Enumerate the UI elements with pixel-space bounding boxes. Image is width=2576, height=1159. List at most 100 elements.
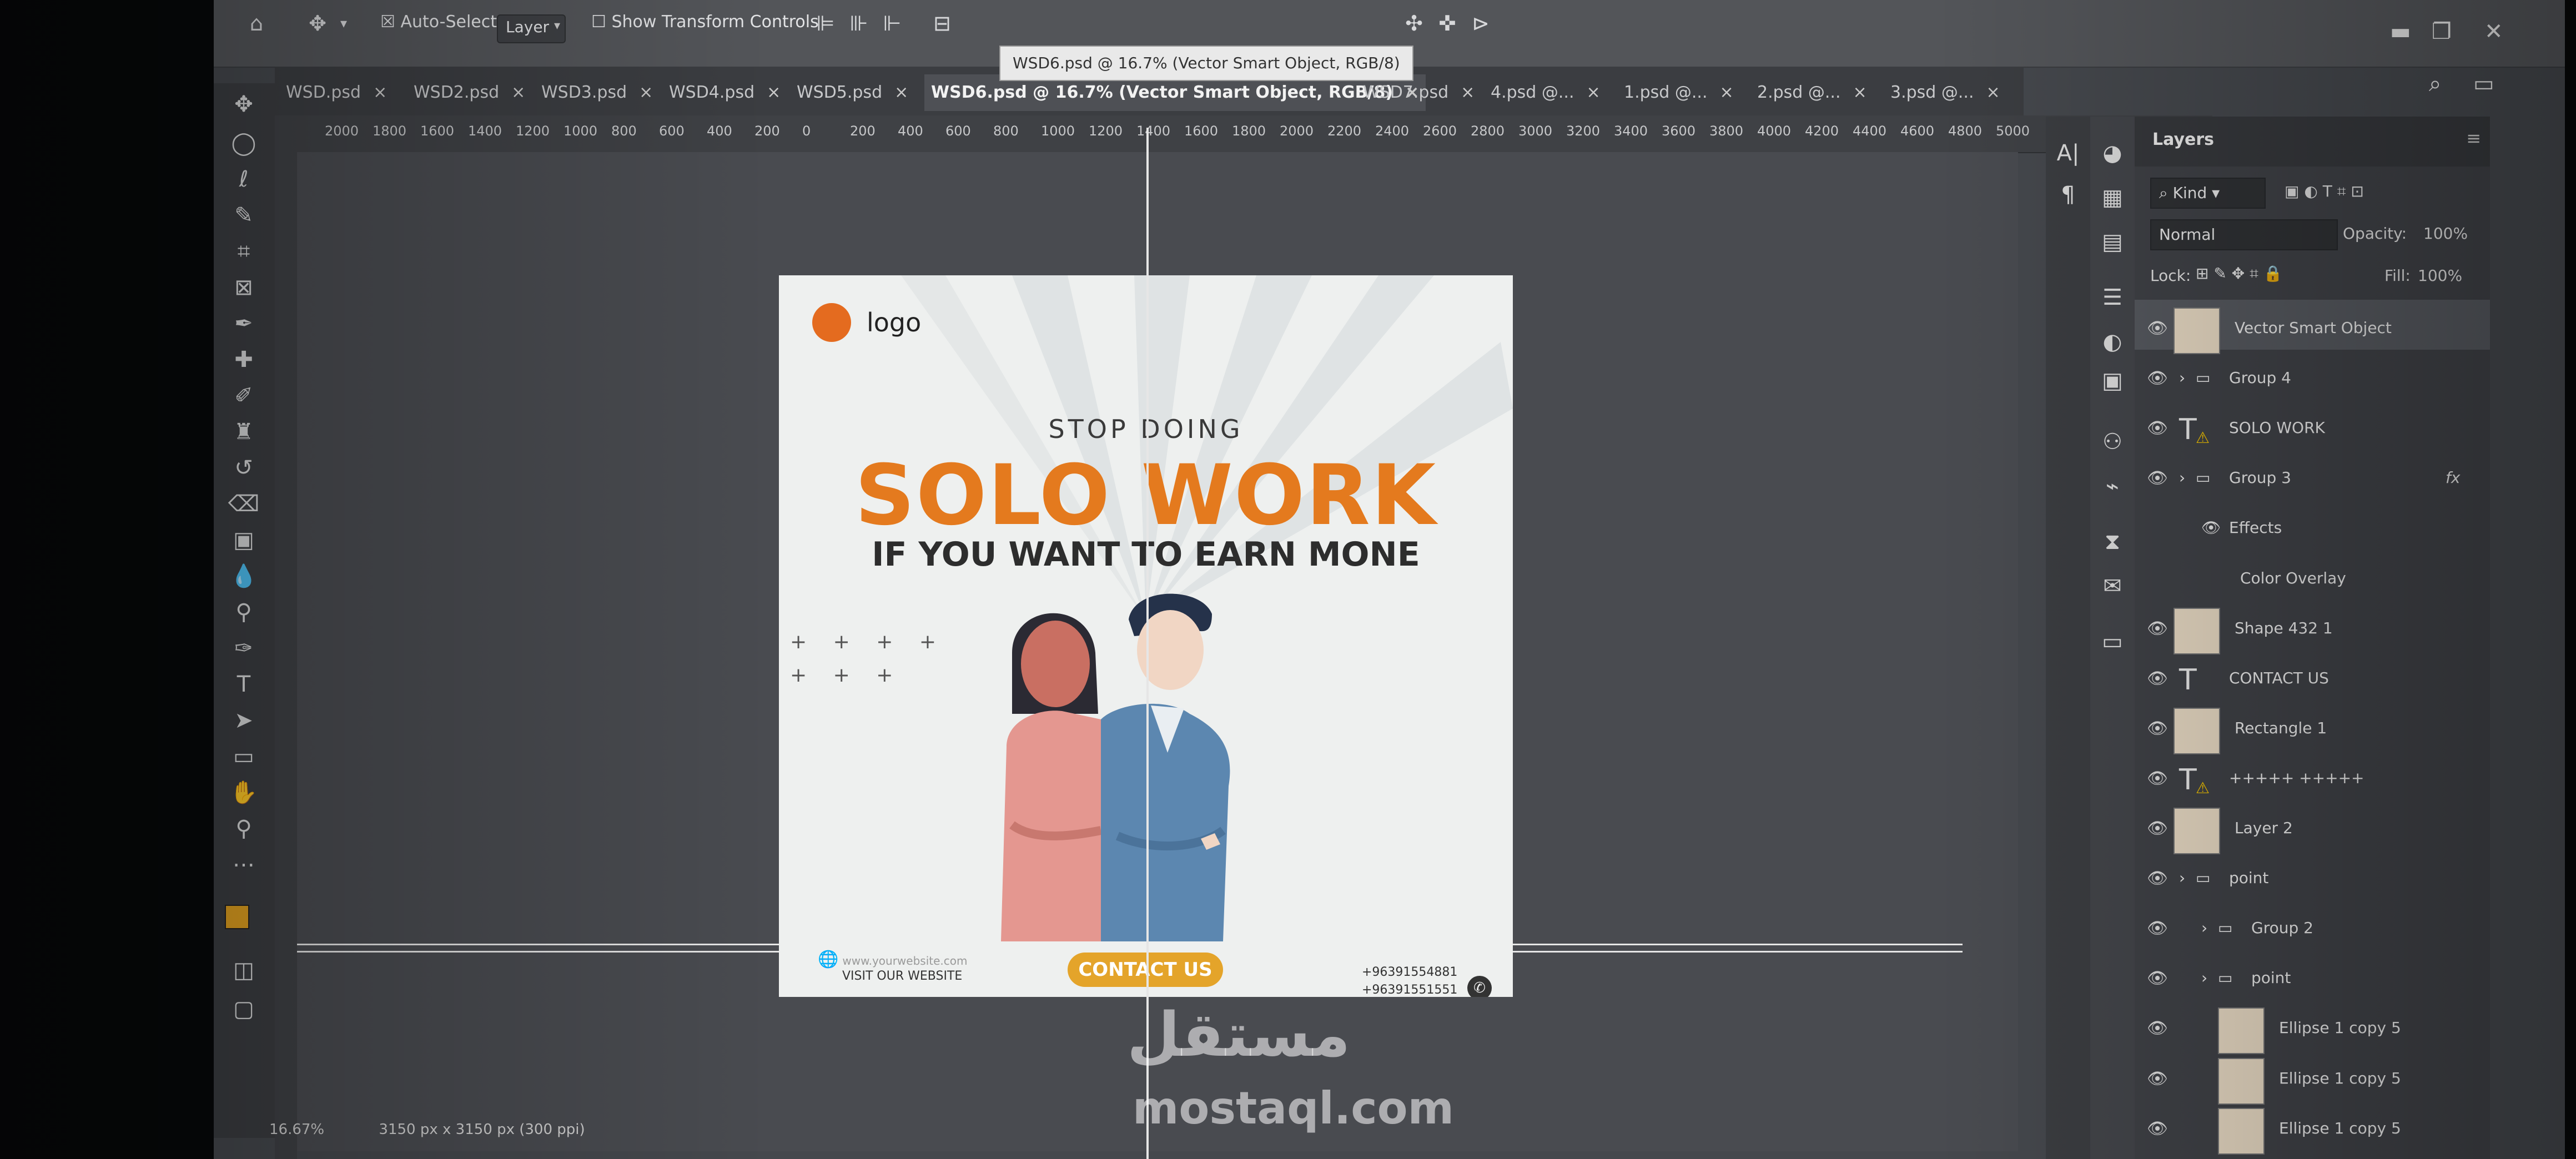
stamp-icon[interactable]: ♜: [226, 416, 261, 447]
adjustments-icon[interactable]: ☰: [2098, 283, 2127, 312]
history-brush-icon[interactable]: ↺: [226, 452, 261, 483]
kind-filter-dropdown[interactable]: ⌕ Kind ▾: [2150, 178, 2266, 209]
lasso-icon[interactable]: ℓ: [226, 164, 261, 195]
layer-row[interactable]: 👁 Shape 432 1: [2135, 600, 2490, 654]
color-icon[interactable]: ◕: [2098, 139, 2127, 168]
align-right-icon[interactable]: ⊩: [880, 11, 904, 36]
layer-row[interactable]: 👁 T CONTACT US: [2135, 650, 2490, 700]
workspace-icon[interactable]: ▭: [2473, 71, 2494, 97]
layer-row[interactable]: 👁 T ⚠ +++++ +++++: [2135, 750, 2490, 800]
align-center-icon[interactable]: ⊪: [847, 11, 871, 36]
foreground-color-swatch[interactable]: [225, 905, 249, 929]
3d-pan-icon[interactable]: ✜: [1435, 11, 1460, 36]
filter-icons[interactable]: ▣ ◐ T ⌗ ⊡: [2285, 182, 2364, 201]
restore-icon[interactable]: ❐: [2432, 19, 2452, 44]
crop-icon[interactable]: ⌗: [226, 236, 261, 267]
layer-row[interactable]: 👁 Effects: [2135, 500, 2490, 550]
comments-icon[interactable]: ✉: [2098, 572, 2127, 601]
tab-wsd2[interactable]: WSD2.psd ×: [414, 74, 525, 111]
layer-row[interactable]: 👁 Layer 2: [2135, 800, 2490, 854]
visibility-eye-icon[interactable]: 👁: [2147, 919, 2168, 938]
chevron-icon[interactable]: ›: [2179, 468, 2185, 487]
screen-mode-icon[interactable]: ▢: [226, 994, 261, 1025]
align-left-icon[interactable]: ⊫: [813, 11, 838, 36]
tab-wsd5[interactable]: WSD5.psd ×: [797, 74, 908, 111]
paths-icon[interactable]: ⌁: [2098, 472, 2127, 501]
navigator-icon[interactable]: ▭: [2098, 627, 2127, 656]
close-icon[interactable]: ×: [1853, 83, 1866, 102]
eraser-icon[interactable]: ⌫: [226, 488, 261, 520]
panel-menu-icon[interactable]: ≡: [2466, 128, 2481, 149]
libraries-icon[interactable]: ▣: [2098, 366, 2127, 395]
close-icon[interactable]: ×: [1586, 83, 1600, 102]
layer-row[interactable]: 👁 Ellipse 1 copy 5: [2135, 1050, 2490, 1105]
chevron-icon[interactable]: ›: [2179, 369, 2185, 387]
dodge-icon[interactable]: ⚲: [226, 597, 261, 628]
rectangle-tool-icon[interactable]: ▭: [226, 741, 261, 772]
layer-select-dropdown[interactable]: Layer ▾: [497, 14, 566, 43]
hand-icon[interactable]: ✋: [226, 777, 261, 808]
auto-select-checkbox[interactable]: ☒ Auto-Select: [380, 12, 497, 32]
layer-row[interactable]: 👁 › ▭ Group 2: [2135, 900, 2490, 950]
close-icon[interactable]: ×: [767, 83, 781, 102]
type-tool-icon[interactable]: T: [226, 669, 261, 700]
3d-orbit-icon[interactable]: ✣: [1402, 11, 1426, 36]
more-tools-icon[interactable]: ⋯: [226, 849, 261, 880]
blur-icon[interactable]: 💧: [226, 561, 261, 592]
close-icon[interactable]: ×: [639, 83, 653, 102]
tab-wsd[interactable]: WSD.psd ×: [286, 74, 387, 111]
quick-mask-icon[interactable]: ◫: [226, 955, 261, 986]
tab-2psd[interactable]: 2.psd @... ×: [1757, 74, 1867, 111]
styles-icon[interactable]: ◐: [2098, 327, 2127, 356]
visibility-eye-icon[interactable]: 👁: [2147, 468, 2168, 488]
chevron-icon[interactable]: ›: [2201, 969, 2207, 987]
healing-brush-icon[interactable]: ✚: [226, 344, 261, 375]
brush-icon[interactable]: ✐: [226, 380, 261, 411]
visibility-eye-icon[interactable]: 👁: [2147, 719, 2168, 738]
frame-icon[interactable]: ⊠: [226, 272, 261, 303]
visibility-eye-icon[interactable]: 👁: [2147, 1119, 2168, 1138]
swatches-icon[interactable]: ▦: [2098, 183, 2127, 212]
tab-4psd[interactable]: 4.psd @... ×: [1491, 74, 1601, 111]
close-icon[interactable]: ×: [1986, 83, 2000, 102]
visibility-eye-icon[interactable]: 👁: [2147, 319, 2168, 338]
close-icon[interactable]: ×: [1719, 83, 1733, 102]
layer-row[interactable]: Color Overlay: [2135, 550, 2490, 600]
close-icon[interactable]: ×: [894, 83, 908, 102]
lock-icons[interactable]: ⊞ ✎ ✥ ⌗ 🔒: [2196, 264, 2283, 283]
visibility-eye-icon[interactable]: 👁: [2147, 769, 2168, 788]
close-icon[interactable]: ×: [511, 83, 525, 102]
fill-value[interactable]: 100%: [2418, 266, 2462, 285]
design-document[interactable]: logo STOP DOING SOLO WORK IF YOU WANT TO…: [779, 275, 1513, 997]
layer-row[interactable]: 👁 › ▭ point: [2135, 850, 2490, 900]
quick-select-icon[interactable]: ✎: [226, 200, 261, 231]
tab-3psd[interactable]: 3.psd @... ×: [1890, 74, 2000, 111]
paragraph-icon[interactable]: ¶: [2054, 180, 2082, 209]
channels-icon[interactable]: ⚇: [2098, 427, 2127, 456]
character-icon[interactable]: A|: [2054, 139, 2082, 168]
zoom-icon[interactable]: ⚲: [226, 813, 261, 844]
layer-row[interactable]: 👁 › ▭ Group 3 fx: [2135, 450, 2490, 500]
gradient-icon[interactable]: ▣: [226, 525, 261, 556]
show-transform-checkbox[interactable]: ☐ Show Transform Controls: [591, 12, 819, 32]
layer-row[interactable]: 👁 Ellipse 1 copy 5: [2135, 1100, 2490, 1155]
fx-badge[interactable]: fx: [2446, 468, 2460, 487]
close-icon[interactable]: ×: [1461, 83, 1475, 102]
zoom-level[interactable]: 16.67%: [269, 1121, 324, 1138]
minimize-icon[interactable]: ▬: [2390, 19, 2411, 44]
3d-video-icon[interactable]: ⊳: [1468, 11, 1493, 36]
tab-1psd[interactable]: 1.psd @... ×: [1624, 74, 1734, 111]
visibility-eye-icon[interactable]: 👁: [2147, 1019, 2168, 1038]
search-icon[interactable]: ⌕: [2429, 71, 2441, 97]
visibility-eye-icon[interactable]: 👁: [2147, 419, 2168, 438]
visibility-eye-icon[interactable]: 👁: [2147, 969, 2168, 988]
move-tool-icon[interactable]: ✥: [226, 89, 261, 120]
eyedropper-icon[interactable]: ✒: [226, 308, 261, 339]
visibility-eye-icon[interactable]: 👁: [2147, 369, 2168, 388]
layers-panel-title[interactable]: Layers: [2152, 130, 2214, 149]
ellipse-marquee-icon[interactable]: ◯: [226, 128, 261, 159]
close-window-icon[interactable]: ✕: [2484, 19, 2503, 44]
pen-icon[interactable]: ✑: [226, 633, 261, 664]
distribute-icon[interactable]: ⊟: [930, 11, 954, 36]
layer-row[interactable]: 👁 T ⚠ SOLO WORK: [2135, 400, 2490, 450]
